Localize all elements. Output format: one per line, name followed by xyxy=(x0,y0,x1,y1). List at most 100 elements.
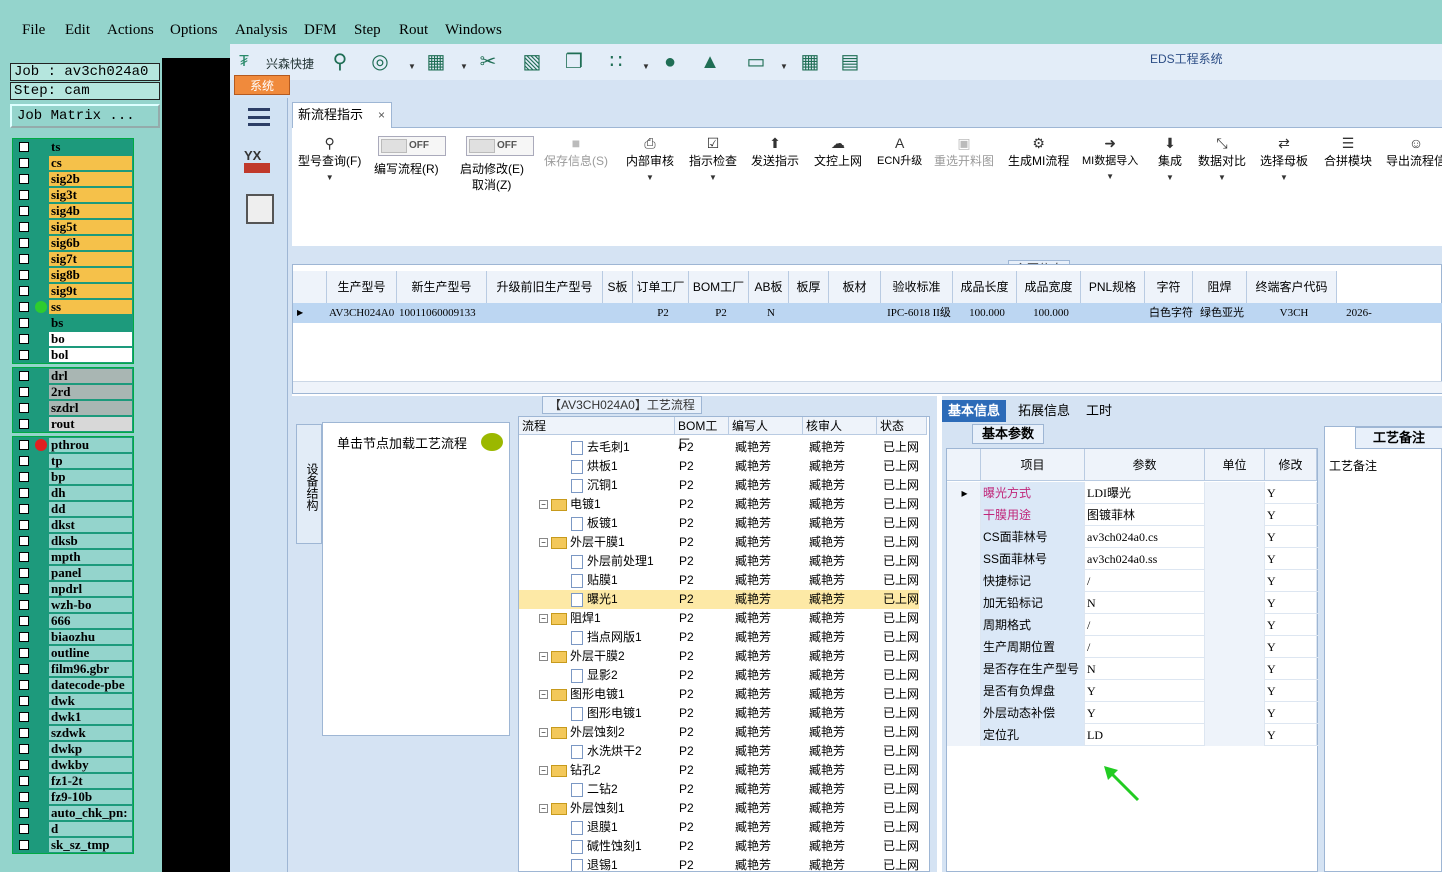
params-row[interactable]: 加无铅标记 N Y xyxy=(947,592,1319,614)
grid-cell[interactable]: 白色字符 xyxy=(1147,303,1195,323)
layer-row[interactable]: sig5t xyxy=(13,219,135,235)
grid-cell[interactable] xyxy=(605,303,635,323)
params-row[interactable]: SS面菲林号 av3ch024a0.ss Y xyxy=(947,548,1319,570)
grid-header[interactable]: 成品长度 xyxy=(953,271,1017,303)
layer-checkbox[interactable] xyxy=(19,350,29,360)
tree-node[interactable]: − 外层蚀刻2 P2 臧艳芳 臧艳芳 已上网 xyxy=(519,723,919,742)
layer-row[interactable]: pthrou xyxy=(13,437,135,453)
grid-cell[interactable]: P2 xyxy=(691,303,751,323)
row-selector[interactable] xyxy=(947,702,981,724)
params-row[interactable]: 是否存在生产型号 N Y xyxy=(947,658,1319,680)
param-value[interactable]: av3ch024a0.ss xyxy=(1085,548,1205,570)
param-value[interactable]: Y xyxy=(1085,680,1205,702)
menu-windows[interactable]: Windows xyxy=(445,22,502,39)
layer-row[interactable]: szdwk xyxy=(13,725,135,741)
tree-node[interactable]: 外层前处理1 P2 臧艳芳 臧艳芳 已上网 xyxy=(519,552,919,571)
tab-basic-info[interactable]: 基本信息 xyxy=(942,400,1007,422)
tree-node[interactable]: − 电镀1 P2 臧艳芳 臧艳芳 已上网 xyxy=(519,495,919,514)
layer-checkbox[interactable] xyxy=(19,616,29,626)
layer-row[interactable]: dksb xyxy=(13,533,135,549)
save-info-button[interactable]: ■ 保存信息(S) xyxy=(544,134,608,169)
grid-apps-icon[interactable]: ∷ xyxy=(604,50,628,74)
tree-node[interactable]: 烘板1 P2 臧艳芳 臧艳芳 已上网 xyxy=(519,457,919,476)
param-value[interactable]: Y xyxy=(1085,702,1205,724)
grid-header[interactable]: 订单工厂 xyxy=(633,271,689,303)
layer-checkbox[interactable] xyxy=(19,238,29,248)
layer-checkbox[interactable] xyxy=(19,792,29,802)
param-value[interactable]: 图镀菲林 xyxy=(1085,504,1205,526)
layer-row[interactable]: bol xyxy=(13,347,135,363)
layer-row[interactable]: dwkp xyxy=(13,741,135,757)
tree-header[interactable]: 核审人 xyxy=(803,417,877,435)
layer-checkbox[interactable] xyxy=(19,680,29,690)
layer-checkbox[interactable] xyxy=(19,632,29,642)
dropdown-arrow-icon[interactable]: ▼ xyxy=(408,62,416,71)
tree-node[interactable]: 去毛刺1 P2 臧艳芳 臧艳芳 已上网 xyxy=(519,438,919,457)
layer-checkbox[interactable] xyxy=(19,190,29,200)
tree-node[interactable]: 二钻2 P2 臧艳芳 臧艳芳 已上网 xyxy=(519,780,919,799)
job-matrix-button[interactable]: Job Matrix ... xyxy=(10,104,160,128)
layer-checkbox[interactable] xyxy=(19,552,29,562)
tree-node[interactable]: 挡点网版1 P2 臧艳芳 臧艳芳 已上网 xyxy=(519,628,919,647)
tree-node[interactable]: 退膜1 P2 臧艳芳 臧艳芳 已上网 xyxy=(519,818,919,837)
layer-row[interactable]: szdrl xyxy=(13,400,135,416)
params-row[interactable]: CS面菲林号 av3ch024a0.cs Y xyxy=(947,526,1319,548)
params-row[interactable]: 是否有负焊盘 Y Y xyxy=(947,680,1319,702)
layer-checkbox[interactable] xyxy=(19,419,29,429)
layer-row[interactable]: d xyxy=(13,821,135,837)
layer-row[interactable]: sk_sz_tmp xyxy=(13,837,135,853)
row-selector[interactable] xyxy=(947,724,981,746)
grid-cell[interactable] xyxy=(831,303,883,323)
table-icon[interactable]: ▦ xyxy=(424,50,448,74)
layer-checkbox[interactable] xyxy=(19,254,29,264)
ecn-upgrade-button[interactable]: A ECN升级 xyxy=(877,134,922,168)
layer-row[interactable]: sig6b xyxy=(13,235,135,251)
lifebuoy-icon[interactable]: ◎ xyxy=(368,50,392,74)
tree-node[interactable]: − 外层干膜1 P2 臧艳芳 臧艳芳 已上网 xyxy=(519,533,919,552)
equipment-structure-tab[interactable]: 设备结构 xyxy=(296,424,322,544)
layer-checkbox[interactable] xyxy=(19,728,29,738)
layer-row[interactable]: sig9t xyxy=(13,283,135,299)
params-row[interactable]: 干膜用途 图镀菲林 Y xyxy=(947,504,1319,526)
layer-row[interactable]: sig4b xyxy=(13,203,135,219)
menu-step[interactable]: Step xyxy=(354,22,381,39)
grid-header[interactable]: 板厚 xyxy=(789,271,829,303)
internal-review-button[interactable]: ⎙ 内部审核 ▼ xyxy=(626,134,674,187)
param-modify[interactable]: Y xyxy=(1265,636,1317,658)
generate-mi-button[interactable]: ⚙ 生成MI流程 xyxy=(1008,134,1069,169)
layer-row[interactable]: fz1-2t xyxy=(13,773,135,789)
tree-node[interactable]: − 外层干膜2 P2 臧艳芳 臧艳芳 已上网 xyxy=(519,647,919,666)
layer-checkbox[interactable] xyxy=(19,568,29,578)
param-modify[interactable]: Y xyxy=(1265,592,1317,614)
tree-node[interactable]: − 阻焊1 P2 臧艳芳 臧艳芳 已上网 xyxy=(519,609,919,628)
layer-checkbox[interactable] xyxy=(19,472,29,482)
layer-row[interactable]: drl xyxy=(13,368,135,384)
layer-row[interactable]: bp xyxy=(13,469,135,485)
book-icon[interactable]: ▤ xyxy=(838,50,862,74)
layer-checkbox[interactable] xyxy=(19,712,29,722)
tab-extended-info[interactable]: 拓展信息 xyxy=(1012,400,1076,422)
start-edit-toggle[interactable]: OFF xyxy=(466,136,534,156)
grid-header[interactable]: BOM工厂 xyxy=(689,271,749,303)
layer-row[interactable]: dd xyxy=(13,501,135,517)
instruction-check-button[interactable]: ☑ 指示检查 ▼ xyxy=(689,134,737,187)
collapse-icon[interactable]: − xyxy=(539,690,548,700)
grid-cell[interactable]: AV3CH024A0 xyxy=(329,303,399,323)
layer-checkbox[interactable] xyxy=(19,488,29,498)
area-chart-icon[interactable]: ▲ xyxy=(698,50,722,74)
param-value[interactable]: av3ch024a0.cs xyxy=(1085,526,1205,548)
params-row[interactable]: ▸ 曝光方式 LDI曝光 Y xyxy=(947,482,1319,504)
grid-header[interactable]: 成品宽度 xyxy=(1017,271,1081,303)
params-header[interactable]: 单位 xyxy=(1205,449,1265,481)
layer-row[interactable]: ts xyxy=(13,139,135,155)
layer-row[interactable]: bs xyxy=(13,315,135,331)
layer-checkbox[interactable] xyxy=(19,371,29,381)
row-selector[interactable] xyxy=(947,570,981,592)
layer-checkbox[interactable] xyxy=(19,456,29,466)
param-modify[interactable]: Y xyxy=(1265,548,1317,570)
param-modify[interactable]: Y xyxy=(1265,570,1317,592)
grid-cell[interactable]: 绿色亚光 xyxy=(1195,303,1249,323)
param-modify[interactable]: Y xyxy=(1265,526,1317,548)
layer-checkbox[interactable] xyxy=(19,403,29,413)
tree-header[interactable]: 编写人 xyxy=(729,417,803,435)
